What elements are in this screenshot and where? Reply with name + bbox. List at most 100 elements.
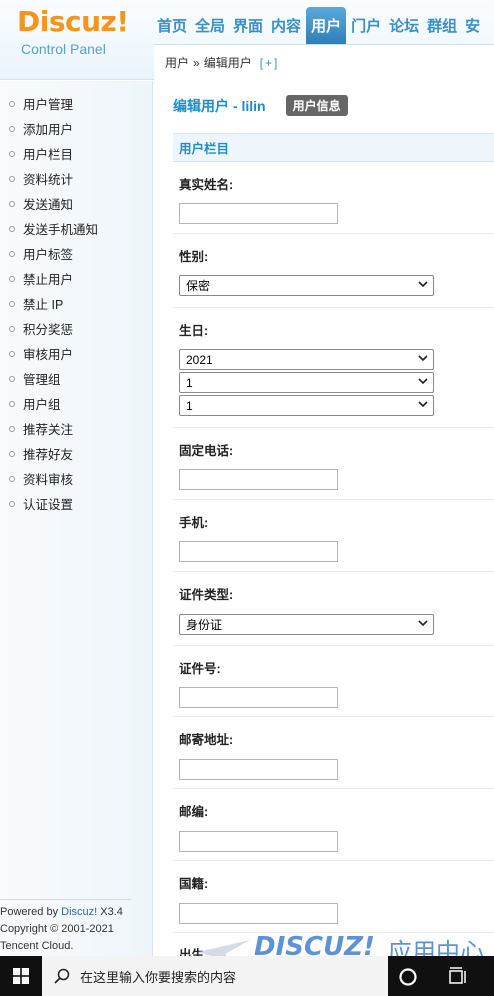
field-realname: 真实姓名: — [173, 162, 494, 234]
gender-select[interactable]: 保密 — [179, 275, 434, 296]
chevron-down-icon — [418, 281, 428, 288]
bullet-icon — [9, 425, 15, 432]
tab-interface[interactable]: 界面 — [230, 7, 266, 44]
telephone-input[interactable] — [179, 469, 338, 490]
main-content: 编辑用户 - lilin 用户信息 用户栏目 真实姓名: 性别: 保密 生日: … — [173, 81, 494, 956]
sidebar-item-review-users[interactable]: 审核用户 — [0, 341, 152, 366]
powered-prefix: Powered by — [0, 906, 62, 918]
sidebar-item-label: 资料统计 — [23, 173, 74, 187]
sidebar-item-label: 积分奖惩 — [23, 323, 74, 337]
sidebar-item-add-user[interactable]: 添加用户 — [0, 116, 152, 141]
breadcrumb-separator: » — [193, 55, 200, 70]
section-header: 用户栏目 — [173, 133, 494, 162]
address-label: 邮寄地址: — [179, 733, 234, 747]
top-nav: 首页 全局 界面 内容 用户 门户 论坛 群组 安 — [154, 7, 485, 44]
field-idcardtype: 证件类型: 身份证 — [173, 572, 494, 646]
sidebar-item-verify-settings[interactable]: 认证设置 — [0, 491, 152, 516]
search-placeholder: 在这里输入你要搜索的内容 — [80, 969, 237, 985]
field-nationality: 国籍: — [173, 861, 494, 933]
sidebar-item-user-groups[interactable]: 用户组 — [0, 391, 152, 416]
sidebar-item-label: 用户标签 — [23, 248, 74, 262]
bullet-icon — [9, 475, 15, 482]
windows-logo-icon — [13, 968, 29, 984]
windows-start-button[interactable] — [0, 956, 42, 996]
bullet-icon — [9, 500, 15, 507]
sidebar-item-label: 禁止用户 — [23, 273, 74, 287]
sidebar-item-label: 发送手机通知 — [23, 223, 99, 237]
nationality-input[interactable] — [179, 903, 338, 924]
zipcode-label: 邮编: — [179, 805, 209, 819]
field-zipcode: 邮编: — [173, 789, 494, 861]
tab-global[interactable]: 全局 — [192, 7, 228, 44]
footer-divider — [0, 899, 131, 900]
birth-month-select[interactable]: 1 — [179, 372, 434, 393]
tab-content[interactable]: 内容 — [268, 7, 304, 44]
tab-home[interactable]: 首页 — [154, 7, 190, 44]
sidebar-item-profile-review[interactable]: 资料审核 — [0, 466, 152, 491]
breadcrumb: 用户 » 编辑用户 [+] — [154, 44, 494, 80]
sidebar-item-profile-stats[interactable]: 资料统计 — [0, 166, 152, 191]
tab-group[interactable]: 群组 — [424, 7, 460, 44]
add-shortcut-button[interactable]: [+] — [260, 56, 280, 70]
bullet-icon — [9, 350, 15, 357]
tab-forum[interactable]: 论坛 — [386, 7, 422, 44]
tab-users[interactable]: 用户 — [306, 7, 347, 44]
bullet-icon — [9, 175, 15, 182]
gender-value: 保密 — [186, 279, 211, 293]
birth-year-select[interactable]: 2021 — [179, 349, 434, 370]
realname-input[interactable] — [179, 203, 338, 224]
sidebar-item-ban-user[interactable]: 禁止用户 — [0, 266, 152, 291]
sidebar-item-label: 用户组 — [23, 398, 61, 412]
sidebar-item-send-notice[interactable]: 发送通知 — [0, 191, 152, 216]
field-address: 邮寄地址: — [173, 717, 494, 789]
birth-day-select[interactable]: 1 — [179, 395, 434, 416]
sidebar: 用户管理 添加用户 用户栏目 资料统计 发送通知 发送手机通知 用户标签 禁止用… — [0, 81, 153, 956]
sidebar-item-ban-ip[interactable]: 禁止 IP — [0, 291, 152, 316]
idcardtype-value: 身份证 — [186, 618, 223, 632]
sidebar-menu: 用户管理 添加用户 用户栏目 资料统计 发送通知 发送手机通知 用户标签 禁止用… — [0, 81, 152, 516]
sidebar-item-user-tags[interactable]: 用户标签 — [0, 241, 152, 266]
powered-brand-link[interactable]: Discuz! — [61, 906, 97, 918]
sidebar-item-credits-reward[interactable]: 积分奖惩 — [0, 316, 152, 341]
sidebar-item-recommend-follow[interactable]: 推荐关注 — [0, 416, 152, 441]
sidebar-item-label: 认证设置 — [23, 498, 74, 512]
bullet-icon — [9, 100, 15, 107]
birth-month-value: 1 — [186, 375, 193, 390]
user-info-tab[interactable]: 用户信息 — [285, 95, 348, 116]
powered-version: X3.4 — [97, 906, 123, 918]
sidebar-item-send-mobile-notice[interactable]: 发送手机通知 — [0, 216, 152, 241]
sidebar-item-label: 资料审核 — [23, 473, 74, 487]
discuz-logo[interactable]: Discuz! Control Panel — [17, 5, 147, 61]
tab-portal[interactable]: 门户 — [348, 7, 384, 44]
chevron-down-icon — [418, 355, 428, 362]
field-idcard: 证件号: — [173, 646, 494, 717]
breadcrumb-root[interactable]: 用户 — [165, 54, 189, 71]
tab-security[interactable]: 安 — [462, 7, 483, 44]
sidebar-item-recommend-friends[interactable]: 推荐好友 — [0, 441, 152, 466]
task-view-icon[interactable] — [447, 966, 469, 988]
cortana-icon[interactable] — [397, 966, 419, 988]
sidebar-item-user-columns[interactable]: 用户栏目 — [0, 141, 152, 166]
realname-label: 真实姓名: — [179, 178, 234, 192]
idcardtype-label: 证件类型: — [179, 588, 234, 602]
idcard-input[interactable] — [179, 687, 338, 708]
title-row: 编辑用户 - lilin 用户信息 — [173, 95, 348, 116]
bullet-icon — [9, 375, 15, 382]
taskbar-search[interactable]: 在这里输入你要搜索的内容 — [42, 956, 388, 996]
sidebar-item-user-manage[interactable]: 用户管理 — [0, 91, 152, 116]
sidebar-footer: Powered by Discuz! X3.4 Copyright © 2001… — [0, 899, 153, 955]
bullet-icon — [9, 300, 15, 307]
idcardtype-select[interactable]: 身份证 — [179, 614, 434, 635]
address-input[interactable] — [179, 759, 338, 780]
zipcode-input[interactable] — [179, 831, 338, 852]
bullet-icon — [9, 450, 15, 457]
page-title: 编辑用户 - lilin — [173, 97, 266, 114]
sidebar-item-label: 推荐关注 — [23, 423, 74, 437]
mobile-input[interactable] — [179, 541, 338, 562]
sidebar-item-label: 发送通知 — [23, 198, 74, 212]
header: Discuz! Control Panel 首页 全局 界面 内容 用户 门户 … — [0, 0, 494, 80]
sidebar-item-admin-groups[interactable]: 管理组 — [0, 366, 152, 391]
field-gender: 性别: 保密 — [173, 234, 494, 308]
field-birthcity: 出生 — [173, 933, 494, 956]
bullet-icon — [9, 125, 15, 132]
